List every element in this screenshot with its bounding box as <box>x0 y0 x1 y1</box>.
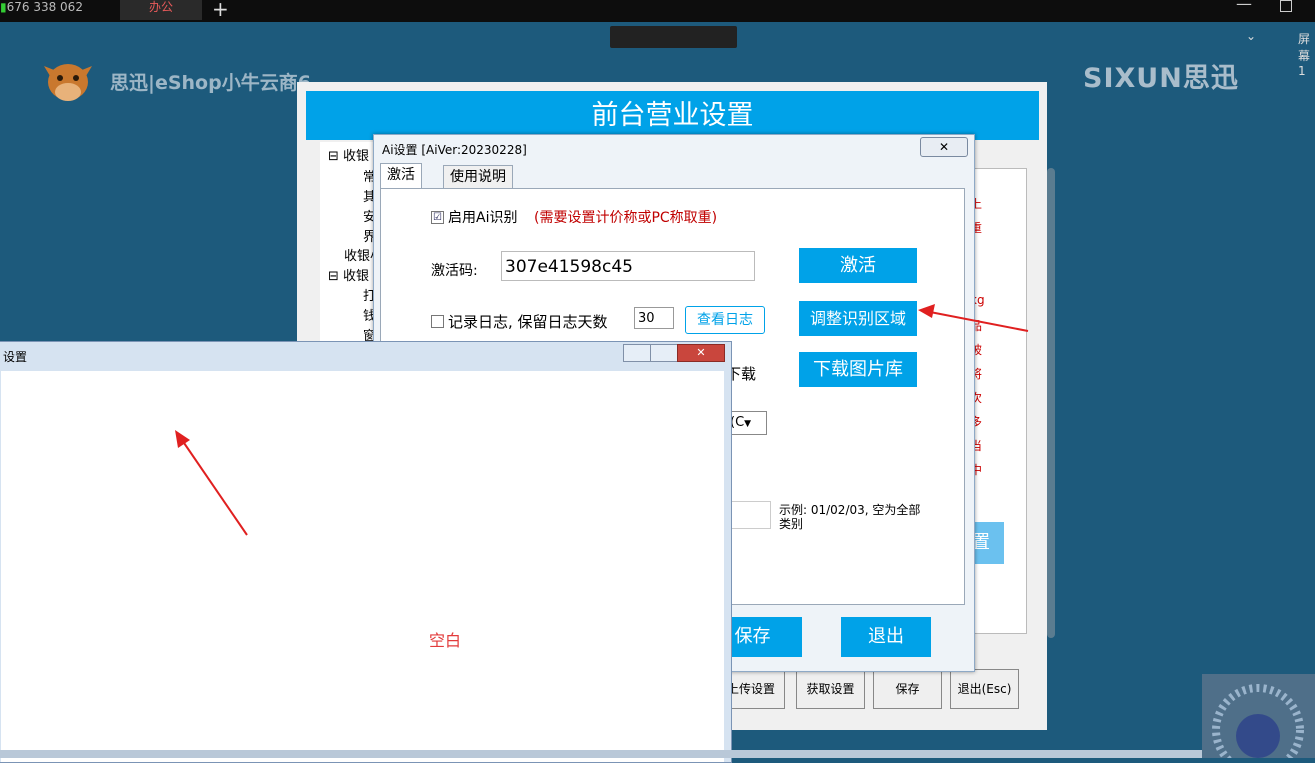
annotation-arrows <box>175 304 1029 536</box>
